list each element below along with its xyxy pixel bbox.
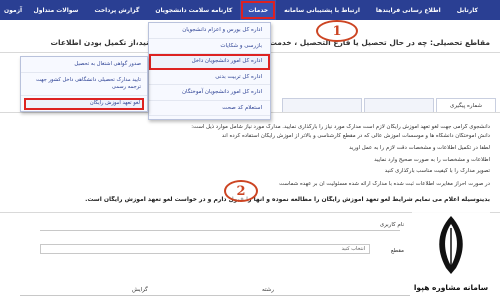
tab-row: شماره پیگیری [272,98,496,112]
nav-item-dashboard[interactable]: کارتابل [449,0,486,20]
menu-item-verification-code[interactable]: استعلام کد صحت [149,101,270,116]
menu-item-domestic-students[interactable]: اداره کل امور دانشجویان داخل [149,54,270,70]
top-navbar: کارتابل اطلاع رسانی فرایندها ارتباط با پ… [0,0,500,20]
quill-icon [439,216,463,274]
form-label: گرایش [132,287,148,293]
body-paragraph: دانشجوی گرامی جهت لغو تعهد آموزش رایگان … [191,124,490,130]
nav-item-exam[interactable]: آزمون [4,0,22,20]
submenu-item-degree-verification[interactable]: تایید مدارک تحصیلی دانشگاهی داخل کشور جه… [21,73,147,96]
nav-item-services[interactable]: خدمات [240,0,277,20]
nav-item-health-record[interactable]: کارنامه سلامت دانشجویان [147,0,240,20]
degree-select[interactable]: انتخاب کنید [40,244,370,254]
step-two-marker: 2 [224,180,258,202]
body-paragraph: تصویر مدارک را با کیفیت مناسب بارگذاری ک… [384,168,490,174]
form-label: مقطع [390,248,404,254]
domestic-students-submenu: صدور گواهی اشتغال به تحصیل تایید مدارک ت… [20,56,148,112]
menu-item-scholarship[interactable]: اداره کل بورس و اعزام دانشجویان [149,23,270,39]
tab-second[interactable] [364,98,434,112]
menu-item-alumni[interactable]: اداره کل امور دانشجویان آموختگان [149,85,270,101]
nav-item-payment-report[interactable]: گزارش پرداخت [86,0,147,20]
form-label: نام کاربری [379,222,404,228]
services-dropdown-menu: اداره کل بورس و اعزام دانشجویان بازرسی و… [148,22,271,120]
step-one-marker: 1 [316,20,358,42]
tab-tracking-number[interactable]: شماره پیگیری [436,98,496,112]
body-paragraph: دانش آموختگان دانشگاه ها و موسسات آموزش … [221,133,490,139]
logo-text: سامانه مشاوره هپوا [413,283,489,292]
tab-third[interactable] [282,98,362,112]
nav-item-support[interactable]: ارتباط با پشتیبانی سامانه [276,0,368,20]
agreement-statement: بدینوسیله اعلام می نمایم شرایط لغو تعهد … [85,196,490,203]
submenu-item-enrollment-certificate[interactable]: صدور گواهی اشتغال به تحصیل [21,57,147,73]
form-underline [20,295,410,296]
body-paragraph: در صورت احراز مغایرت اطلاعات ثبت شده با … [279,181,490,187]
menu-item-inspection[interactable]: بازرسی و شکایات [149,39,270,54]
body-paragraph: لطفاً در تکمیل اطلاعات و مشخصات دقت لازم… [349,145,490,151]
nav-item-process-info[interactable]: اطلاع رسانی فرایندها [368,0,449,20]
brand-logo: سامانه مشاوره هپوا [412,212,490,296]
form-underline [40,230,400,231]
submenu-item-cancel-free-education-commitment[interactable]: لغو تعهد آموزش رایگان [24,97,144,110]
form-label: رشته [262,287,274,293]
nav-item-faq[interactable]: سوالات متداول [26,0,87,20]
menu-item-physical-education[interactable]: اداره کل تربیت بدنی [149,70,270,85]
body-paragraph: اطلاعات و مشخصات را به صورت صحیح وارد نم… [374,157,490,163]
